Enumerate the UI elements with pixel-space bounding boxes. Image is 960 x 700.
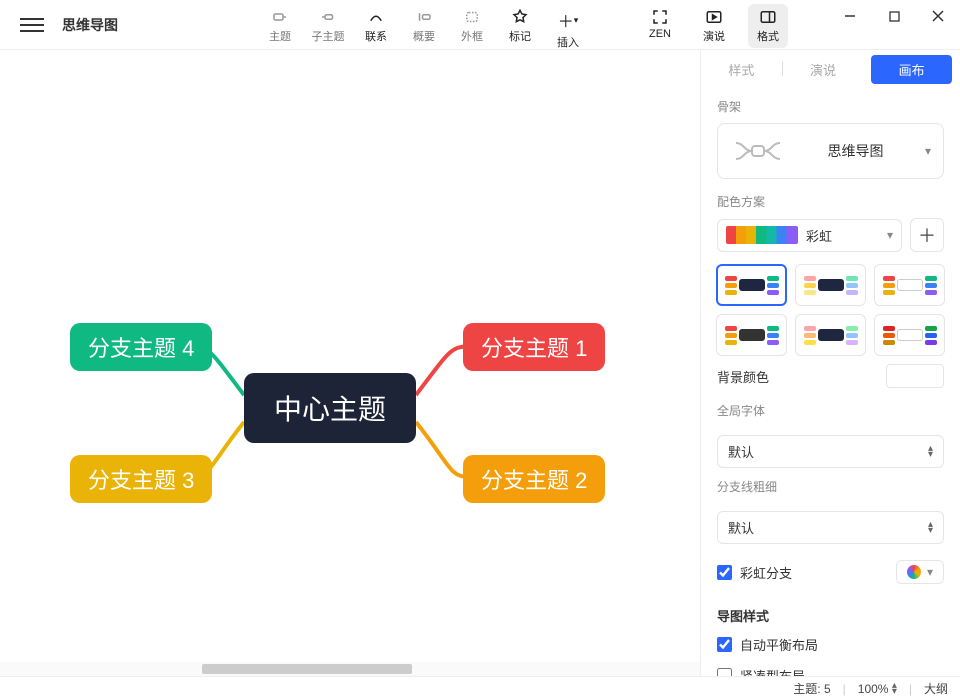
tab-pitch[interactable]: 演说 bbox=[783, 52, 864, 87]
theme-preset-4[interactable] bbox=[716, 314, 787, 356]
updown-icon: ▴▾ bbox=[928, 522, 933, 534]
topic-icon bbox=[271, 8, 289, 26]
play-icon bbox=[705, 8, 723, 26]
bgcolor-picker[interactable] bbox=[886, 364, 944, 388]
central-topic[interactable]: 中心主题 bbox=[244, 373, 416, 443]
map-style-label: 导图样式 bbox=[717, 606, 944, 625]
global-font-label: 全局字体 bbox=[717, 402, 944, 419]
skeleton-select[interactable]: 思维导图 ▾ bbox=[717, 123, 944, 179]
chevron-down-icon: ▾ bbox=[927, 565, 933, 579]
add-color-scheme-button[interactable]: ＋ bbox=[910, 218, 944, 252]
branch-topic-2[interactable]: 分支主题 2 bbox=[463, 455, 605, 503]
canvas[interactable]: 中心主题 分支主题 1 分支主题 2 分支主题 3 分支主题 4 bbox=[0, 50, 700, 676]
color-scheme-label: 配色方案 bbox=[717, 193, 944, 210]
minimize-button[interactable] bbox=[828, 0, 872, 32]
topic-count-label: 主题: bbox=[793, 682, 820, 696]
bgcolor-label: 背景颜色 bbox=[717, 367, 769, 386]
global-font-select[interactable]: 默认 ▴▾ bbox=[717, 435, 944, 468]
summary-icon bbox=[415, 8, 433, 26]
theme-preset-3[interactable] bbox=[874, 264, 945, 306]
branch-topic-1[interactable]: 分支主题 1 bbox=[463, 323, 605, 371]
color-swatch-icon bbox=[726, 226, 798, 244]
theme-preset-6[interactable] bbox=[874, 314, 945, 356]
tab-style[interactable]: 样式 bbox=[701, 52, 782, 87]
menu-button[interactable] bbox=[20, 13, 44, 37]
subtopic-button[interactable]: 子主题 bbox=[308, 4, 348, 54]
format-panel: 样式 演说 画布 骨架 思维导图 ▾ 配色方案 bbox=[700, 50, 960, 676]
theme-preset-5[interactable] bbox=[795, 314, 866, 356]
auto-balance-label: 自动平衡布局 bbox=[740, 635, 818, 654]
rainbow-branch-checkbox[interactable] bbox=[717, 565, 732, 580]
auto-balance-checkbox[interactable] bbox=[717, 637, 732, 652]
compact-layout-label: 紧凑型布局 bbox=[740, 666, 805, 676]
branch-topic-4[interactable]: 分支主题 4 bbox=[70, 323, 212, 371]
branch-topic-3[interactable]: 分支主题 3 bbox=[70, 455, 212, 503]
color-scheme-select[interactable]: 彩虹 ▾ bbox=[717, 219, 902, 252]
horizontal-scrollbar[interactable] bbox=[0, 662, 700, 676]
updown-icon: ▴▾ bbox=[928, 446, 933, 458]
insert-button[interactable]: ＋▾ 插入 bbox=[548, 4, 588, 54]
chevron-down-icon: ▾ bbox=[887, 228, 893, 242]
zen-button[interactable]: ZEN bbox=[640, 4, 680, 48]
compact-layout-checkbox[interactable] bbox=[717, 668, 732, 676]
marker-button[interactable]: 标记 bbox=[500, 4, 540, 54]
close-icon bbox=[932, 10, 944, 22]
theme-preset-1[interactable] bbox=[716, 264, 787, 306]
theme-preset-2[interactable] bbox=[795, 264, 866, 306]
topic-count: 5 bbox=[824, 682, 831, 696]
rainbow-color-button[interactable]: ▾ bbox=[896, 560, 944, 584]
relationship-icon bbox=[367, 8, 385, 26]
expand-icon bbox=[651, 8, 669, 26]
subtopic-icon bbox=[319, 8, 337, 26]
summary-button[interactable]: 概要 bbox=[404, 4, 444, 54]
rainbow-icon bbox=[907, 565, 921, 579]
boundary-button[interactable]: 外框 bbox=[452, 4, 492, 54]
statusbar: 主题: 5 | 100% ▴▾ | 大纲 bbox=[0, 676, 960, 700]
relationship-button[interactable]: 联系 bbox=[356, 4, 396, 54]
chevron-down-icon: ▾ bbox=[925, 144, 931, 158]
maximize-icon bbox=[889, 11, 900, 22]
maximize-button[interactable] bbox=[872, 0, 916, 32]
skeleton-icon bbox=[730, 138, 786, 164]
branch-width-select[interactable]: 默认 ▴▾ bbox=[717, 511, 944, 544]
topic-button[interactable]: 主题 bbox=[260, 4, 300, 54]
app-title: 思维导图 bbox=[62, 15, 118, 35]
zoom-control[interactable]: 100% ▴▾ bbox=[858, 682, 897, 696]
outline-button[interactable]: 大纲 bbox=[924, 680, 948, 697]
panel-icon bbox=[759, 8, 777, 26]
format-button[interactable]: 格式 bbox=[748, 4, 788, 48]
minimize-icon bbox=[844, 10, 856, 22]
rainbow-branch-label: 彩虹分支 bbox=[740, 563, 792, 582]
plus-icon: ＋▾ bbox=[558, 8, 579, 32]
star-icon bbox=[511, 8, 529, 26]
branch-width-label: 分支线粗细 bbox=[717, 478, 944, 495]
close-button[interactable] bbox=[916, 0, 960, 32]
skeleton-label: 骨架 bbox=[717, 98, 944, 115]
boundary-icon bbox=[463, 8, 481, 26]
pitch-button[interactable]: 演说 bbox=[694, 4, 734, 48]
tab-canvas[interactable]: 画布 bbox=[871, 55, 952, 84]
